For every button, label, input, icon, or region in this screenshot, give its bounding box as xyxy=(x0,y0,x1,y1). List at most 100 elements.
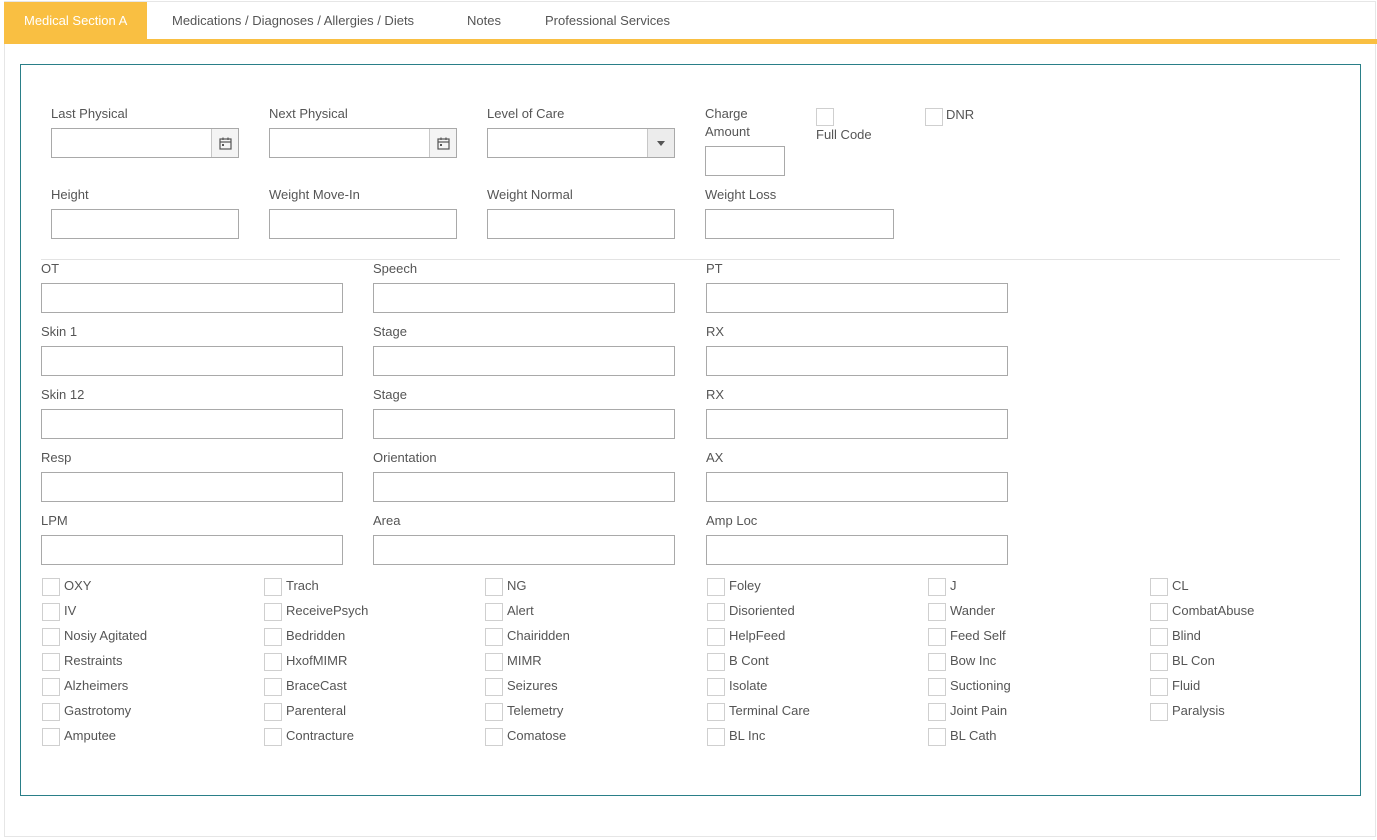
skin-1-input[interactable] xyxy=(42,347,342,375)
fluid-checkbox[interactable] xyxy=(1150,678,1168,696)
gastrotomy-checkbox[interactable] xyxy=(42,703,60,721)
dnr-checkbox[interactable] xyxy=(925,108,943,126)
weight-normal-input[interactable] xyxy=(488,210,674,238)
tab-notes[interactable]: Notes xyxy=(467,2,501,40)
alzheimers-checkbox[interactable] xyxy=(42,678,60,696)
ot-field[interactable] xyxy=(41,283,343,313)
joint-pain-checkbox[interactable] xyxy=(928,703,946,721)
bl-con-checkbox[interactable] xyxy=(1150,653,1168,671)
resp-field[interactable] xyxy=(41,472,343,502)
helpfeed-label: HelpFeed xyxy=(729,628,786,643)
trach-checkbox[interactable] xyxy=(264,578,282,596)
nosiy-agitated-checkbox[interactable] xyxy=(42,628,60,646)
j-checkbox[interactable] xyxy=(928,578,946,596)
cl-checkbox[interactable] xyxy=(1150,578,1168,596)
tab-professional-services[interactable]: Professional Services xyxy=(545,2,670,40)
pt-field[interactable] xyxy=(706,283,1008,313)
charge-amount-field[interactable] xyxy=(705,146,785,176)
speech-field[interactable] xyxy=(373,283,675,313)
skin-12-field[interactable] xyxy=(41,409,343,439)
pt-input[interactable] xyxy=(707,284,1007,312)
b-cont-checkbox[interactable] xyxy=(707,653,725,671)
tab-medical-section-a[interactable]: Medical Section A xyxy=(4,2,148,40)
rx-1-input[interactable] xyxy=(707,347,1007,375)
ax-input[interactable] xyxy=(707,473,1007,501)
paralysis-checkbox[interactable] xyxy=(1150,703,1168,721)
ax-field[interactable] xyxy=(706,472,1008,502)
next-physical-field[interactable] xyxy=(269,128,457,158)
wander-checkbox[interactable] xyxy=(928,603,946,621)
rx-2-input[interactable] xyxy=(707,410,1007,438)
helpfeed-checkbox[interactable] xyxy=(707,628,725,646)
disoriented-checkbox[interactable] xyxy=(707,603,725,621)
parenteral-checkbox[interactable] xyxy=(264,703,282,721)
stage-2-field[interactable] xyxy=(373,409,675,439)
charge-amount-input[interactable] xyxy=(706,147,784,175)
lpm-field[interactable] xyxy=(41,535,343,565)
rx-2-field[interactable] xyxy=(706,409,1008,439)
alert-checkbox[interactable] xyxy=(485,603,503,621)
level-of-care-select[interactable] xyxy=(487,128,675,158)
rx-1-field[interactable] xyxy=(706,346,1008,376)
ng-checkbox[interactable] xyxy=(485,578,503,596)
amp-loc-field[interactable] xyxy=(706,535,1008,565)
isolate-checkbox[interactable] xyxy=(707,678,725,696)
bl-inc-checkbox[interactable] xyxy=(707,728,725,746)
blind-checkbox[interactable] xyxy=(1150,628,1168,646)
lpm-input[interactable] xyxy=(42,536,342,564)
calendar-icon[interactable] xyxy=(211,129,238,157)
orientation-field[interactable] xyxy=(373,472,675,502)
hxofmimr-label: HxofMIMR xyxy=(286,653,348,668)
mimr-checkbox[interactable] xyxy=(485,653,503,671)
stage-1-label: Stage xyxy=(373,324,407,339)
seizures-label: Seizures xyxy=(507,678,558,693)
feed-self-checkbox[interactable] xyxy=(928,628,946,646)
skin-1-field[interactable] xyxy=(41,346,343,376)
telemetry-checkbox[interactable] xyxy=(485,703,503,721)
resp-input[interactable] xyxy=(42,473,342,501)
alert-label: Alert xyxy=(507,603,534,618)
bow-inc-checkbox[interactable] xyxy=(928,653,946,671)
seizures-checkbox[interactable] xyxy=(485,678,503,696)
area-field[interactable] xyxy=(373,535,675,565)
skin-12-label: Skin 12 xyxy=(41,387,85,402)
suctioning-checkbox[interactable] xyxy=(928,678,946,696)
weight-loss-field[interactable] xyxy=(705,209,894,239)
tab-medications-diagnoses[interactable]: Medications / Diagnoses / Allergies / Di… xyxy=(172,2,414,40)
contracture-checkbox[interactable] xyxy=(264,728,282,746)
weight-loss-input[interactable] xyxy=(706,210,893,238)
weight-move-in-field[interactable] xyxy=(269,209,457,239)
skin-12-input[interactable] xyxy=(42,410,342,438)
foley-checkbox[interactable] xyxy=(707,578,725,596)
stage-2-input[interactable] xyxy=(374,410,674,438)
height-input[interactable] xyxy=(52,210,238,238)
hxofmimr-checkbox[interactable] xyxy=(264,653,282,671)
calendar-icon[interactable] xyxy=(429,129,456,157)
area-input[interactable] xyxy=(374,536,674,564)
comatose-checkbox[interactable] xyxy=(485,728,503,746)
last-physical-field[interactable] xyxy=(51,128,239,158)
speech-input[interactable] xyxy=(374,284,674,312)
restraints-checkbox[interactable] xyxy=(42,653,60,671)
receivepsych-checkbox[interactable] xyxy=(264,603,282,621)
bedridden-checkbox[interactable] xyxy=(264,628,282,646)
orientation-input[interactable] xyxy=(374,473,674,501)
terminal-care-checkbox[interactable] xyxy=(707,703,725,721)
amputee-checkbox[interactable] xyxy=(42,728,60,746)
ot-input[interactable] xyxy=(42,284,342,312)
iv-checkbox[interactable] xyxy=(42,603,60,621)
weight-normal-field[interactable] xyxy=(487,209,675,239)
chevron-down-icon[interactable] xyxy=(647,129,674,157)
full-code-checkbox[interactable] xyxy=(816,108,834,126)
amp-loc-input[interactable] xyxy=(707,536,1007,564)
stage-1-input[interactable] xyxy=(374,347,674,375)
chairidden-checkbox[interactable] xyxy=(485,628,503,646)
height-field[interactable] xyxy=(51,209,239,239)
weight-move-in-input[interactable] xyxy=(270,210,456,238)
tab-bar: Medical Section A Medications / Diagnose… xyxy=(4,1,1376,40)
oxy-checkbox[interactable] xyxy=(42,578,60,596)
bracecast-checkbox[interactable] xyxy=(264,678,282,696)
bl-cath-checkbox[interactable] xyxy=(928,728,946,746)
stage-1-field[interactable] xyxy=(373,346,675,376)
combatabuse-checkbox[interactable] xyxy=(1150,603,1168,621)
